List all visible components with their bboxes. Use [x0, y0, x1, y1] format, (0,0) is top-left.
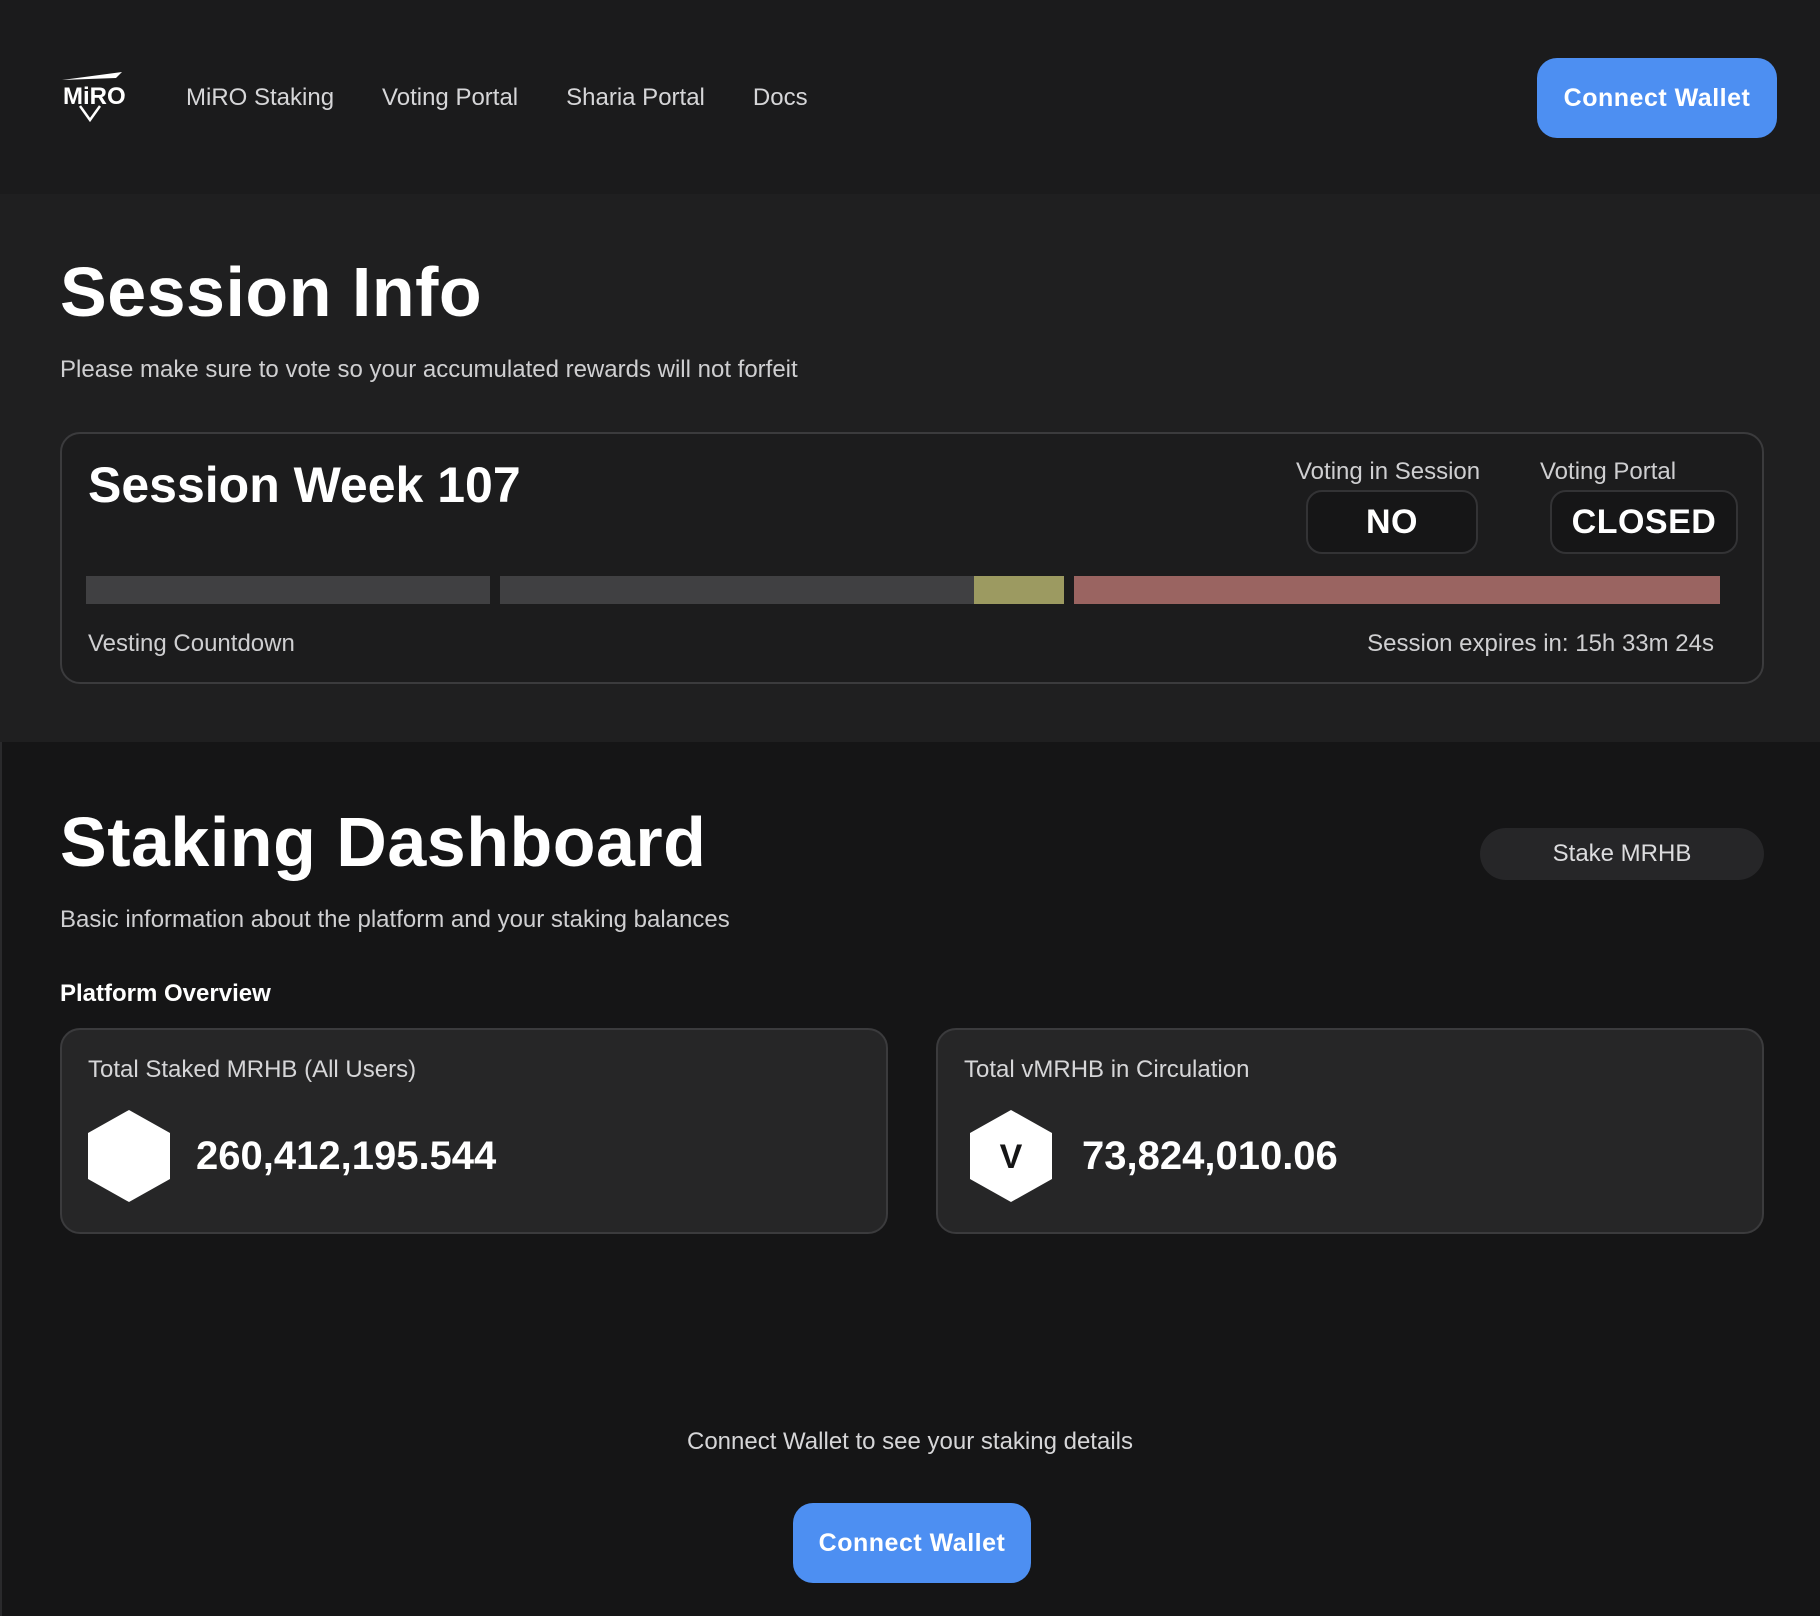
nav-sharia-portal[interactable]: Sharia Portal [566, 82, 705, 114]
mrhb-hexagon-icon [88, 1110, 170, 1202]
session-info-title: Session Info [60, 253, 483, 331]
stake-mrhb-button[interactable]: Stake MRHB [1480, 828, 1764, 880]
progress-segment-2 [500, 576, 1064, 604]
nav-docs[interactable]: Docs [753, 82, 808, 114]
total-vmrhb-title: Total vMRHB in Circulation [964, 1056, 1250, 1083]
total-vmrhb-card: Total vMRHB in Circulation V 73,824,010.… [936, 1028, 1764, 1234]
vesting-countdown-label: Vesting Countdown [88, 630, 295, 657]
voting-in-session-label: Voting in Session [1296, 458, 1481, 485]
progress-segment-2-fill [973, 576, 1064, 604]
voting-in-session-value: NO [1306, 490, 1478, 554]
total-vmrhb-value: 73,824,010.06 [1082, 1134, 1338, 1178]
session-card: Session Week 107 Voting in Session NO Vo… [60, 432, 1764, 684]
connect-wallet-button-bottom[interactable]: Connect Wallet [793, 1503, 1031, 1583]
staking-dashboard-subtitle: Basic information about the platform and… [60, 906, 730, 933]
connect-wallet-button[interactable]: Connect Wallet [1537, 58, 1777, 138]
voting-portal-value: CLOSED [1550, 490, 1738, 554]
staking-dashboard-title: Staking Dashboard [60, 803, 707, 881]
miro-logo-icon[interactable]: MiRO [60, 66, 128, 122]
session-expires-label: Session expires in: 15h 33m 24s [1367, 630, 1714, 657]
main-nav: MiRO Staking Voting Portal Sharia Portal… [186, 82, 856, 114]
connect-wallet-prompt: Connect Wallet to see your staking detai… [686, 1428, 1133, 1455]
session-progress-bar [86, 576, 1720, 604]
total-staked-card: Total Staked MRHB (All Users) 260,412,19… [60, 1028, 888, 1234]
nav-voting-portal[interactable]: Voting Portal [382, 82, 518, 114]
vmrhb-icon-letter: V [1000, 1138, 1023, 1176]
session-info-subtitle: Please make sure to vote so your accumul… [60, 356, 798, 383]
total-staked-value: 260,412,195.544 [196, 1134, 497, 1178]
progress-segment-3 [1074, 576, 1720, 604]
top-navbar: MiRO MiRO Staking Voting Portal Sharia P… [0, 0, 1820, 194]
nav-miro-staking[interactable]: MiRO Staking [186, 82, 334, 114]
session-week-label: Session Week 107 [88, 457, 521, 513]
voting-portal-label: Voting Portal [1540, 458, 1677, 485]
progress-segment-1 [86, 576, 490, 604]
vmrhb-hexagon-icon: V [970, 1110, 1052, 1202]
svg-text:MiRO: MiRO [63, 83, 126, 110]
platform-overview-label: Platform Overview [60, 980, 271, 1007]
total-staked-title: Total Staked MRHB (All Users) [88, 1056, 417, 1083]
